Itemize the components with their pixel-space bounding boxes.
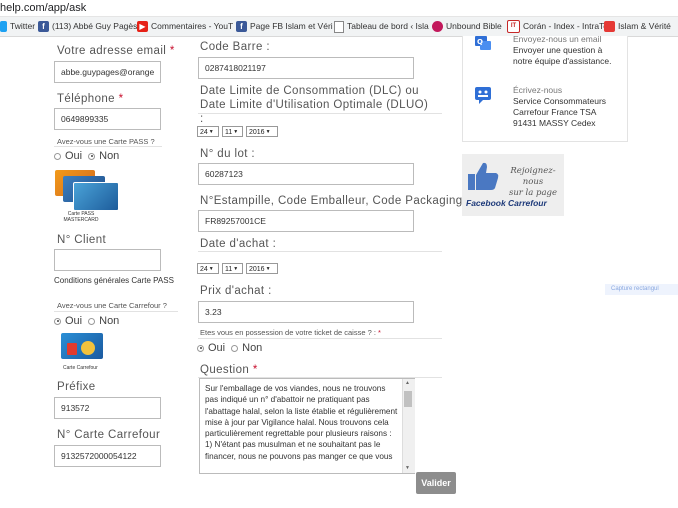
site-icon [604,21,615,32]
bookmark-unbound-bible[interactable]: Unbound Bible [432,20,502,33]
globe-icon [432,21,443,32]
email-contact-text[interactable]: Envoyez-nous un email Envoyer une questi… [513,34,612,67]
scroll-up-icon[interactable]: ▲ [405,380,410,386]
prefix-label: Préfixe [57,381,96,393]
carrefour-question: Avez-vous une Carte Carrefour ? [57,301,167,310]
required-marker: * [118,93,124,105]
chevron-down-icon: ▼ [208,266,214,272]
scrollbar-thumb[interactable] [404,391,412,407]
carte-pass-image [55,170,119,211]
pass-radio-group: Oui Non [54,150,119,162]
bookmark-page-fb[interactable]: f Page FB Islam et Véri [236,20,333,33]
ticket-question: Etes vous en possession de votre ticket … [200,328,381,337]
conditions-link[interactable]: Conditions générales Carte PASS [54,276,174,286]
prefix-field[interactable]: 913572 [54,397,161,419]
thumbs-up-icon [466,160,500,192]
facebook-icon: f [236,21,247,32]
pass-question: Avez-vous une Carte PASS ? [57,137,155,146]
facebook-brand-text: Facebook Carrefour [466,198,547,208]
required-marker: * [378,328,381,337]
facebook-icon: f [38,21,49,32]
achat-day-select[interactable]: 24▼ [197,263,219,274]
barcode-label: Code Barre : [200,41,270,53]
client-field[interactable] [54,249,161,271]
phone-field[interactable]: 0649899335 [54,108,161,130]
dlc-label: Date Limite de Consommation (DLC) ou Dat… [200,85,429,125]
lot-label: N° du lot : [200,148,256,160]
carrefour-non-radio[interactable] [88,317,96,325]
twitter-icon [0,21,7,32]
dlc-day-select[interactable]: 24▼ [197,126,219,137]
achat-month-select[interactable]: 11▼ [222,263,243,274]
phone-label: Téléphone * [57,93,124,105]
facebook-join-text: Rejoignez-nous sur la page [508,166,558,198]
dlc-month-select[interactable]: 11▼ [222,126,243,137]
mail-icon [474,86,492,104]
postal-contact-text: Écrivez-nous Service Consommateurs Carre… [513,85,607,128]
page-icon [334,20,344,33]
email-field[interactable]: abbe.guypages@orange [54,61,161,83]
capture-tooltip: Capture rectangul [605,284,678,295]
book-icon: IT [507,20,520,33]
carrefour-card-caption: Carte Carrefour [63,365,98,371]
divider [54,146,162,147]
chevron-down-icon: ▼ [265,129,271,135]
divider [198,338,442,339]
client-label: N° Client [57,234,107,246]
pass-card-caption: Carte PASS MASTERCARD [63,211,99,223]
prix-label: Prix d'achat : [200,285,272,297]
carte-carrefour-field[interactable]: 9132572000054122 [54,445,161,467]
achat-date-label: Date d'achat : [200,238,277,250]
required-marker: * [252,364,258,376]
achat-year-select[interactable]: 2016▼ [246,263,278,274]
bookmark-coran-index[interactable]: IT Corán - Index - IntraTe [507,20,608,33]
pass-non-radio[interactable] [88,152,96,160]
pass-oui-radio[interactable] [54,152,61,160]
carte-carrefour-image [61,333,103,359]
valider-button[interactable]: Valider [416,472,456,494]
carrefour-oui-radio[interactable] [54,317,61,325]
email-chat-icon: Q [474,36,492,54]
divider [198,251,442,252]
address-bar[interactable]: help.com/app/ask [0,0,678,17]
email-label: Votre adresse email * [57,45,175,57]
carrefour-radio-group: Oui Non [54,315,119,327]
ticket-radio-group: Oui Non [197,342,262,354]
bookmark-youtube[interactable]: ▶ Commentaires - YouT [137,20,233,33]
estampille-label: N°Estampille, Code Emballeur, Code Packa… [200,195,470,207]
lot-field[interactable]: 60287123 [198,163,414,185]
barcode-field[interactable]: 0287418021197 [198,57,414,79]
question-label: Question * [200,364,258,376]
prix-field[interactable]: 3.23 [198,301,414,323]
scroll-down-icon[interactable]: ▼ [405,465,410,471]
url-text: help.com/app/ask [0,2,87,14]
ticket-oui-radio[interactable] [197,344,204,352]
required-marker: * [169,45,175,57]
youtube-icon: ▶ [137,21,148,32]
chevron-down-icon: ▼ [233,266,239,272]
chevron-down-icon: ▼ [265,266,271,272]
bookmark-abbe-guy-pages[interactable]: f (113) Abbé Guy Pagès [38,20,137,33]
svg-text:Q: Q [477,38,483,46]
estampille-field[interactable]: FR89257001CE [198,210,414,232]
bookmark-tableau-de-bord[interactable]: Tableau de bord ‹ Isla [334,20,429,33]
chevron-down-icon: ▼ [208,129,214,135]
carte-carrefour-label: N° Carte Carrefour [57,429,161,441]
ticket-non-radio[interactable] [231,344,239,352]
bookmark-islam-verite[interactable]: Islam & Vérité [604,20,671,33]
divider [54,311,178,312]
question-textarea[interactable]: Sur l'emballage de vos viandes, nous ne … [199,378,415,474]
bookmark-twitter[interactable]: Twitter [0,20,35,33]
divider [198,113,442,114]
dlc-year-select[interactable]: 2016▼ [246,126,278,137]
chevron-down-icon: ▼ [233,129,239,135]
